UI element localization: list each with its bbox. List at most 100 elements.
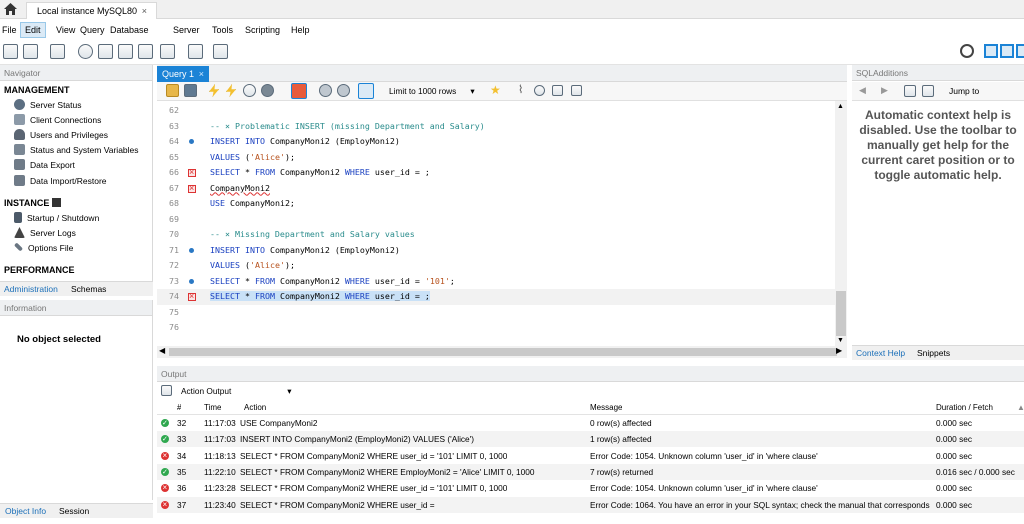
code-line[interactable]: 71 INSERT INTO CompanyMoni2 (EmployMoni2) <box>157 243 835 259</box>
code-line[interactable]: 64 INSERT INTO CompanyMoni2 (EmployMoni2) <box>157 134 835 150</box>
code-line[interactable]: 69 <box>157 212 835 228</box>
sql-editor[interactable]: 62 63 -- × Problematic INSERT (missing Dep… <box>157 101 847 346</box>
menu-server[interactable]: Server <box>173 23 200 37</box>
code-line[interactable]: 67 CompanyMoni2 <box>157 181 835 197</box>
open-folder-icon[interactable] <box>166 84 179 97</box>
close-query-tab-icon[interactable]: × <box>199 66 204 82</box>
nav-status-variables[interactable]: Status and System Variables <box>14 144 139 156</box>
output-row[interactable]: 32 11:17:03 USE CompanyMoni2 0 row(s) affec… <box>157 415 1024 431</box>
inspector-icon[interactable] <box>50 44 65 59</box>
col-message[interactable]: Message <box>590 401 622 415</box>
code-line[interactable]: 75 <box>157 305 835 321</box>
tab-schemas[interactable]: Schemas <box>71 282 106 296</box>
nav-data-import[interactable]: Data Import/Restore <box>14 175 107 187</box>
editor-scroll-thumb[interactable] <box>836 291 846 336</box>
menu-tools[interactable]: Tools <box>212 23 233 37</box>
tab-session[interactable]: Session <box>59 504 89 518</box>
code-line[interactable]: 65 VALUES ('Alice'); <box>157 150 835 166</box>
menu-database[interactable]: Database <box>110 23 149 37</box>
col-time[interactable]: Time <box>204 401 221 415</box>
connection-tab[interactable]: Local instance MySQL80 × <box>26 2 157 19</box>
scroll-up-icon[interactable]: ▲ <box>837 103 844 110</box>
menu-view[interactable]: View <box>56 23 75 37</box>
execute-current-statement-icon[interactable] <box>226 84 236 97</box>
output-row[interactable]: 37 11:23:40 SELECT * FROM CompanyMoni2 WHE… <box>157 496 1024 513</box>
code-line[interactable]: 72 VALUES ('Alice'); <box>157 258 835 274</box>
toggle-secondary-sidebar-icon[interactable] <box>1016 44 1024 58</box>
tab-object-info[interactable]: Object Info <box>5 504 46 518</box>
home-icon[interactable] <box>4 3 18 15</box>
close-tab-icon[interactable]: × <box>142 3 147 19</box>
toggle-output-icon[interactable] <box>1000 44 1014 58</box>
scroll-down-icon[interactable]: ▼ <box>837 337 844 344</box>
menu-edit[interactable]: Edit <box>20 22 46 38</box>
output-row[interactable]: 34 11:18:13 SELECT * FROM CompanyMoni2 WHE… <box>157 448 1024 464</box>
explain-magnifier-icon[interactable] <box>243 84 256 97</box>
tab-context-help[interactable]: Context Help <box>856 346 905 360</box>
forward-icon[interactable]: ▶ <box>881 85 888 96</box>
menu-scripting[interactable]: Scripting <box>245 23 280 37</box>
reconnect-icon[interactable] <box>213 44 228 59</box>
jump-to-select[interactable]: Jump to <box>949 86 979 96</box>
menu-help[interactable]: Help <box>291 23 310 37</box>
stop-icon[interactable] <box>261 84 274 97</box>
wrap-lines-icon[interactable] <box>571 85 582 96</box>
execute-lightning-icon[interactable] <box>209 84 219 97</box>
toggle-stop-on-error-icon[interactable] <box>291 83 307 99</box>
code-line[interactable]: 66 SELECT * FROM CompanyMoni2 WHERE user_… <box>157 165 835 181</box>
limit-rows-select[interactable]: Limit to 1000 rows ▾ <box>389 85 475 97</box>
tab-administration[interactable]: Administration <box>4 282 58 296</box>
editor-hscroll-thumb[interactable] <box>169 348 837 356</box>
manual-help-icon[interactable] <box>904 85 916 97</box>
tab-query-1[interactable]: Query 1 × <box>157 66 209 82</box>
output-row[interactable]: 36 11:23:28 SELECT * FROM CompanyMoni2 WHE… <box>157 480 1024 496</box>
toggle-autocommit-icon[interactable] <box>358 83 374 99</box>
col-duration[interactable]: Duration / Fetch <box>936 401 993 415</box>
code-line[interactable]: 70 -- × Missing Department and Salary val… <box>157 227 835 243</box>
action-output-select[interactable]: Action Output ▾ <box>181 386 291 396</box>
new-sql-tab-icon[interactable] <box>3 44 18 59</box>
tab-snippets[interactable]: Snippets <box>917 346 950 360</box>
beautify-star-icon[interactable]: ★ <box>490 84 501 96</box>
commit-icon[interactable] <box>319 84 332 97</box>
code-line[interactable]: 74 SELECT * FROM CompanyMoni2 WHERE user_… <box>157 289 835 305</box>
col-action[interactable]: Action <box>244 401 266 415</box>
nav-startup-shutdown[interactable]: Startup / Shutdown <box>14 212 99 224</box>
nav-client-connections[interactable]: Client Connections <box>14 114 101 126</box>
back-icon[interactable]: ◀ <box>859 85 866 96</box>
create-function-icon[interactable] <box>160 44 175 59</box>
editor-vertical-scrollbar[interactable]: ▲ ▼ <box>835 101 847 346</box>
nav-server-logs[interactable]: Server Logs <box>14 227 76 239</box>
output-row[interactable]: 35 11:22:10 SELECT * FROM CompanyMoni2 WHE… <box>157 463 1024 480</box>
create-view-icon[interactable] <box>118 44 133 59</box>
nav-users-privileges[interactable]: Users and Privileges <box>14 129 108 141</box>
settings-gear-icon[interactable] <box>960 44 974 58</box>
rollback-icon[interactable] <box>337 84 350 97</box>
scroll-left-icon[interactable]: ◀ <box>159 346 165 355</box>
scroll-up-icon[interactable]: ▲ <box>1017 401 1024 415</box>
menu-query[interactable]: Query <box>80 23 105 37</box>
code-line[interactable]: 68 USE CompanyMoni2; <box>157 196 835 212</box>
nav-data-export[interactable]: Data Export <box>14 159 75 171</box>
col-number[interactable]: # <box>177 401 181 415</box>
create-table-icon[interactable] <box>98 44 113 59</box>
code-line[interactable]: 76 <box>157 320 835 336</box>
menu-file[interactable]: File <box>2 23 17 37</box>
nav-server-status[interactable]: Server Status <box>14 99 82 111</box>
toggle-sidebar-icon[interactable] <box>984 44 998 58</box>
auto-help-icon[interactable] <box>922 85 934 97</box>
output-row[interactable]: 33 11:17:03 INSERT INTO CompanyMoni2 (Empl… <box>157 431 1024 448</box>
code-line[interactable]: 73 SELECT * FROM CompanyMoni2 WHERE user_… <box>157 274 835 290</box>
code-line[interactable]: 63 -- × Problematic INSERT (missing Depar… <box>157 119 835 135</box>
nav-options-file[interactable]: Options File <box>13 242 73 254</box>
save-icon[interactable] <box>184 84 197 97</box>
open-sql-script-icon[interactable] <box>23 44 38 59</box>
broom-icon[interactable]: ⌇ <box>518 85 523 96</box>
copy-output-icon[interactable] <box>161 385 172 396</box>
invisible-chars-icon[interactable] <box>552 85 563 96</box>
code-line[interactable]: 62 <box>157 103 835 119</box>
scroll-right-icon[interactable]: ▶ <box>836 346 842 355</box>
create-procedure-icon[interactable] <box>138 44 153 59</box>
find-icon[interactable] <box>534 85 545 96</box>
editor-horizontal-scrollbar[interactable]: ◀ ▶ <box>157 346 847 358</box>
